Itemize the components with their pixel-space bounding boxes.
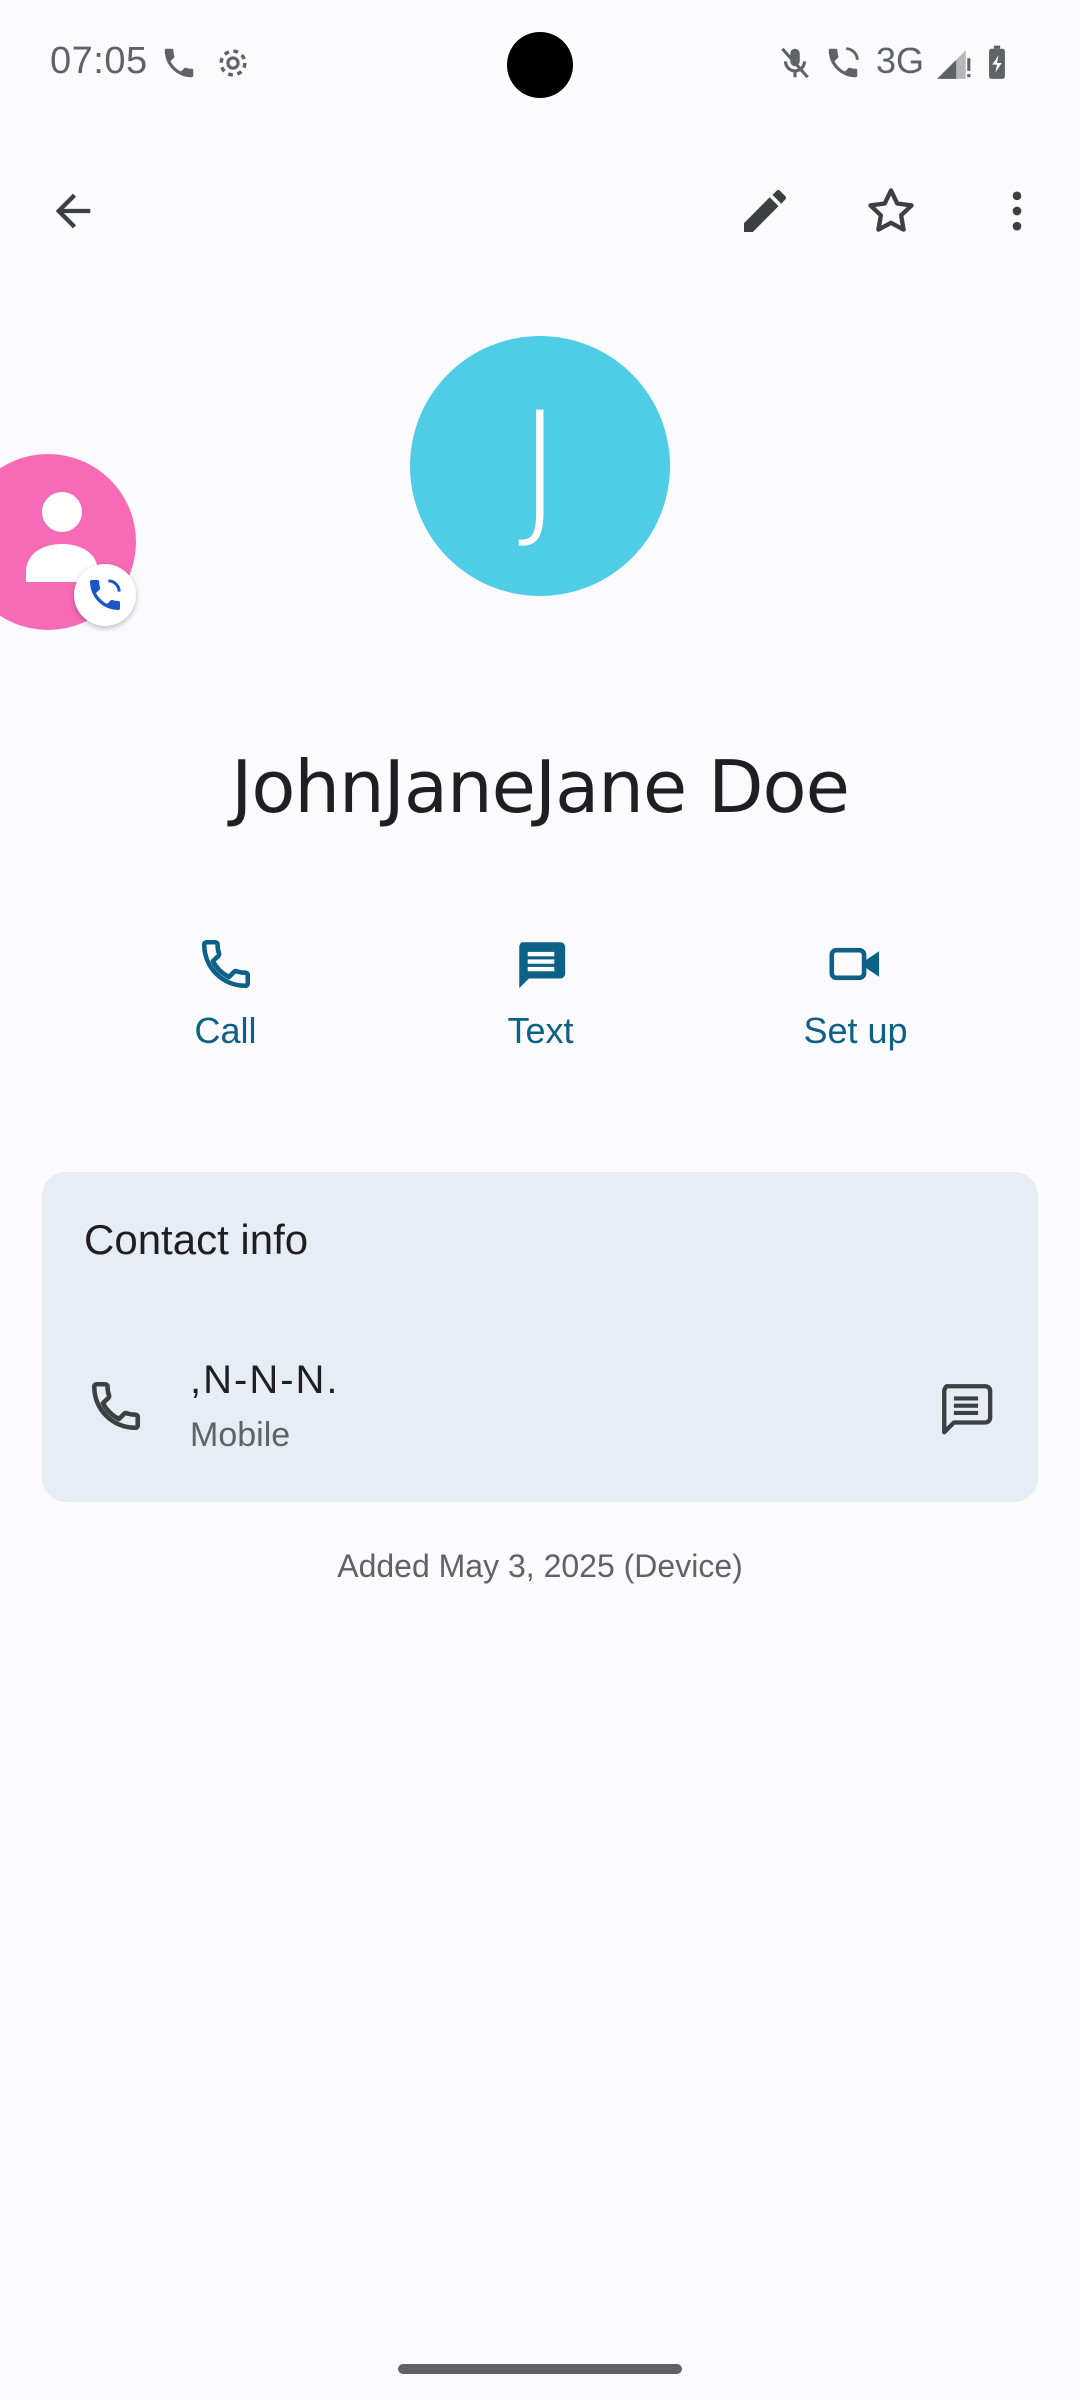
contact-info-title: Contact info [84,1216,309,1263]
contact-info-card: Contact info ,N-N-N. Mobile [42,1172,1038,1502]
network-type: 3G [876,40,925,81]
message-icon [942,1384,993,1435]
phone-call-icon [90,579,121,610]
favorite-button[interactable] [828,148,954,274]
bubble-badge [74,564,136,626]
call-action-button[interactable]: Call [68,890,383,1102]
contact-details-screen: 07:05 3G J JohnJaneJane Doe Call Text Se… [0,0,1080,2400]
contact-header: J [0,294,1080,688]
arrow-back-icon [55,193,91,229]
phone-type: Mobile [190,1416,291,1454]
mic-off-icon [781,47,809,79]
added-date: Added May 3, 2025 (Device) [337,1548,743,1584]
wifi-calling-icon [164,48,194,78]
status-bar: 07:05 3G [0,0,1080,128]
phone-row-icon-wrap [84,1374,148,1438]
more-options-button[interactable] [954,148,1080,274]
gesture-nav-handle[interactable] [398,2364,682,2374]
settings-gear-icon [219,49,247,77]
video-setup-action-button[interactable]: Set up [698,890,1013,1102]
video-camera-icon [828,947,879,981]
battery-charging-icon [989,45,1005,79]
contact-avatar: J [410,336,670,596]
call-icon [828,47,859,78]
star-outline-icon [868,188,914,232]
top-app-bar [0,130,1080,290]
floating-call-bubble[interactable] [0,454,150,644]
phone-icon [91,1381,141,1431]
status-time: 07:05 [50,40,148,82]
call-label: Call [194,1010,257,1051]
message-icon [518,942,565,989]
send-message-button[interactable] [902,1344,1030,1472]
edit-pencil-icon [744,190,786,232]
back-button[interactable] [0,138,146,284]
phone-number[interactable]: ,N-N-N. [190,1358,340,1403]
more-vert-icon [1012,191,1022,231]
avatar-letter: J [517,381,563,555]
text-label: Text [507,1010,574,1051]
signal-icon [937,50,971,79]
edit-contact-button[interactable] [702,148,828,274]
setup-label: Set up [803,1010,908,1051]
camera-cutout [507,32,573,98]
text-action-button[interactable]: Text [383,890,698,1102]
quick-actions: Call Text Set up [68,890,1014,1102]
contact-name: JohnJaneJane Doe [231,745,850,829]
phone-icon [201,939,250,989]
